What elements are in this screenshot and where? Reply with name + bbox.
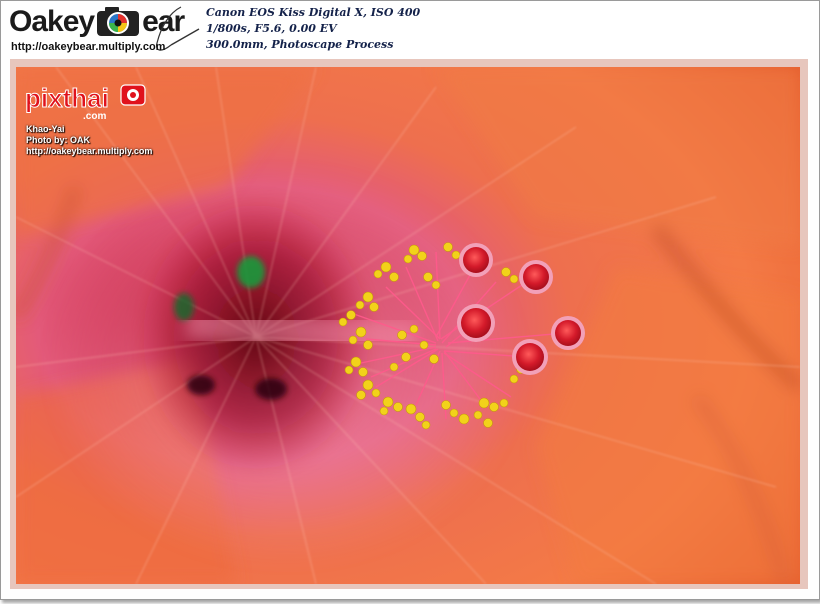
watermark-url: http://oakeybear.multiply.com	[26, 146, 153, 156]
exif-line-camera: Canon EOS Kiss Digital X, ISO 400	[206, 6, 421, 19]
camera-icon	[120, 84, 146, 106]
site-url: http://oakeybear.multiply.com	[11, 41, 166, 53]
camera-lens-icon	[95, 6, 141, 38]
photo-frame: Oakey ear http://oakeybear.multiply.com	[0, 0, 820, 600]
watermark-credit: Photo by: OAK	[26, 135, 90, 145]
header: Oakey ear http://oakeybear.multiply.com	[1, 1, 819, 59]
exif-info: Canon EOS Kiss Digital X, ISO 400 1/800s…	[206, 5, 420, 53]
logo-text-left: Oakey	[9, 5, 95, 38]
exif-line-lens: 300.0mm, Photoscape Process	[206, 38, 394, 51]
pixthai-brand-text: pixthai	[25, 83, 109, 113]
pixthai-domain: .com	[83, 111, 106, 121]
watermark-caption: Khao-Yai Photo by: OAK http://oakeybear.…	[26, 124, 152, 157]
pixthai-logo: pixthai .com	[25, 79, 147, 122]
watermark-location: Khao-Yai	[26, 124, 65, 134]
exif-line-exposure: 1/800s, F5.6, 0.00 EV	[206, 22, 337, 35]
